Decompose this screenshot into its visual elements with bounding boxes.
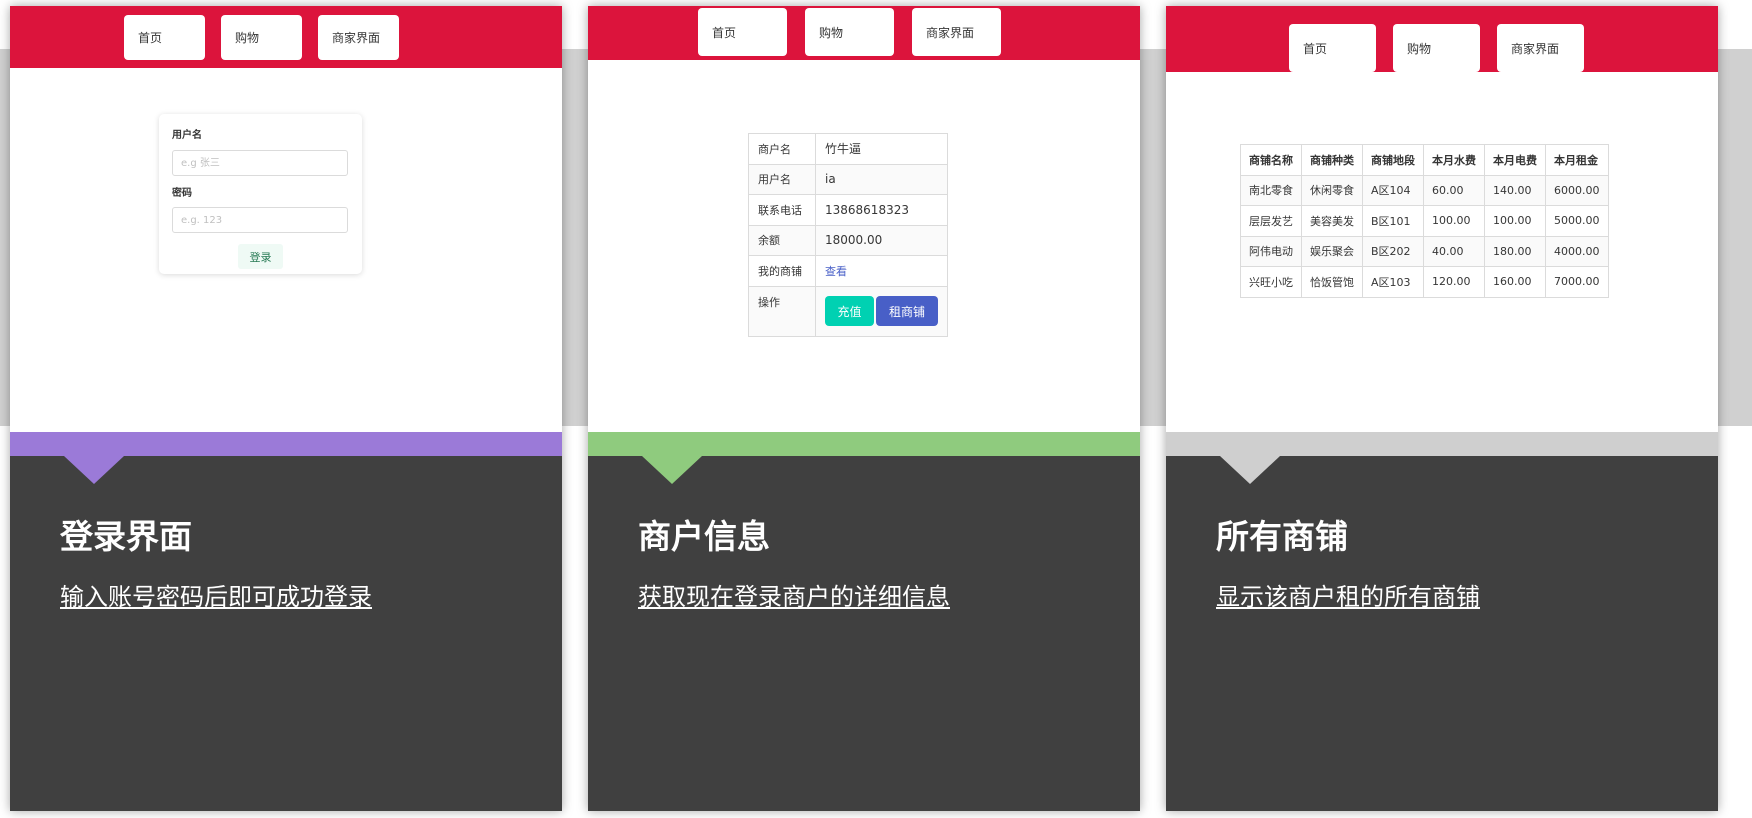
- username-value: ia: [815, 163, 948, 195]
- view-shops-link[interactable]: 查看: [825, 265, 847, 278]
- column-header: 商铺地段: [1362, 144, 1424, 176]
- card-pointer: [1220, 456, 1280, 484]
- table-cell: 南北零食: [1240, 174, 1302, 206]
- table-row: 南北零食 休闲零食 A区104 60.00 140.00 6000.00: [1240, 174, 1609, 206]
- card-description-link[interactable]: 显示该商户租的所有商铺: [1216, 577, 1480, 612]
- phone-value: 13868618323: [815, 194, 948, 226]
- card-title: 商户信息: [638, 517, 770, 556]
- navbar: 首页 购物 商家界面: [10, 6, 562, 68]
- nav-merchant-button[interactable]: 商家界面: [1497, 24, 1584, 72]
- column-header: 商铺种类: [1301, 144, 1363, 176]
- table-cell: 40.00: [1423, 235, 1485, 267]
- nav-home-button[interactable]: 首页: [1289, 24, 1376, 72]
- card-all-shops: 首页 购物 商家界面 商铺名称 商铺种类 商铺地段 本月水费 本月电费 本月租金…: [1166, 6, 1718, 811]
- card-title: 所有商铺: [1216, 517, 1348, 556]
- nav-shop-button[interactable]: 购物: [221, 15, 302, 60]
- shops-table: 商铺名称 商铺种类 商铺地段 本月水费 本月电费 本月租金 南北零食 休闲零食 …: [1240, 144, 1609, 298]
- username-label: 用户名: [172, 130, 202, 141]
- nav-shop-button[interactable]: 购物: [1393, 24, 1480, 72]
- view-shops-cell: 查看: [815, 255, 948, 287]
- table-cell: A区103: [1362, 266, 1424, 298]
- card-description-link[interactable]: 获取现在登录商户的详细信息: [638, 577, 950, 612]
- table-cell: B区101: [1362, 205, 1424, 237]
- table-cell: 娱乐聚会: [1301, 235, 1363, 267]
- nav-shop-button[interactable]: 购物: [805, 8, 894, 56]
- table-cell: 140.00: [1484, 174, 1546, 206]
- balance-key: 余额: [748, 224, 816, 256]
- table-row: 兴旺小吃 恰饭管饱 A区103 120.00 160.00 7000.00: [1240, 266, 1609, 298]
- table-cell: 160.00: [1484, 266, 1546, 298]
- operations-cell: 充值 租商铺: [815, 285, 948, 337]
- table-cell: 7000.00: [1545, 266, 1609, 298]
- rent-shop-button[interactable]: 租商铺: [876, 296, 938, 326]
- merchant-name-value: 竹牛逼: [815, 133, 948, 165]
- phone-key: 联系电话: [748, 194, 816, 226]
- nav-home-button[interactable]: 首页: [124, 15, 205, 60]
- table-cell: 兴旺小吃: [1240, 266, 1302, 298]
- table-row: 商户名 竹牛逼: [748, 133, 948, 165]
- table-cell: 5000.00: [1545, 205, 1609, 237]
- card-pointer: [642, 456, 702, 484]
- merchant-name-key: 商户名: [748, 133, 816, 165]
- password-label: 密码: [172, 188, 192, 199]
- login-form: 用户名 密码 登录: [159, 114, 362, 274]
- table-cell: 6000.00: [1545, 174, 1609, 206]
- login-button[interactable]: 登录: [238, 244, 283, 269]
- card-merchant-info: 首页 购物 商家界面 商户名 竹牛逼 用户名 ia 联系电话 138686183…: [588, 6, 1140, 811]
- table-cell: 层层发艺: [1240, 205, 1302, 237]
- operations-key: 操作: [748, 285, 816, 337]
- column-header: 本月水费: [1423, 144, 1485, 176]
- navbar: 首页 购物 商家界面: [588, 6, 1140, 60]
- shops-screenshot: 首页 购物 商家界面 商铺名称 商铺种类 商铺地段 本月水费 本月电费 本月租金…: [1166, 6, 1718, 432]
- table-row: 阿伟电动 娱乐聚会 B区202 40.00 180.00 4000.00: [1240, 235, 1609, 267]
- table-cell: 美容美发: [1301, 205, 1363, 237]
- my-shops-key: 我的商铺: [748, 255, 816, 287]
- table-row: 层层发艺 美容美发 B区101 100.00 100.00 5000.00: [1240, 205, 1609, 237]
- nav-home-button[interactable]: 首页: [698, 8, 787, 56]
- merchant-info-table: 商户名 竹牛逼 用户名 ia 联系电话 13868618323 余额 18000…: [748, 133, 948, 337]
- column-header: 本月租金: [1545, 144, 1609, 176]
- table-cell: 休闲零食: [1301, 174, 1363, 206]
- balance-value: 18000.00: [815, 224, 948, 256]
- nav-merchant-button[interactable]: 商家界面: [318, 15, 399, 60]
- card-accent-bar: [10, 432, 562, 456]
- table-row: 操作 充值 租商铺: [748, 285, 948, 337]
- table-row: 余额 18000.00: [748, 224, 948, 256]
- table-cell: 180.00: [1484, 235, 1546, 267]
- table-cell: 120.00: [1423, 266, 1485, 298]
- recharge-button[interactable]: 充值: [825, 296, 874, 326]
- navbar: 首页 购物 商家界面: [1166, 6, 1718, 72]
- column-header: 商铺名称: [1240, 144, 1302, 176]
- table-cell: 100.00: [1484, 205, 1546, 237]
- card-description-link[interactable]: 输入账号密码后即可成功登录: [60, 577, 372, 612]
- table-cell: 4000.00: [1545, 235, 1609, 267]
- password-input[interactable]: [172, 207, 348, 233]
- login-screenshot: 首页 购物 商家界面 用户名 密码 登录: [10, 6, 562, 432]
- table-row: 用户名 ia: [748, 163, 948, 195]
- username-key: 用户名: [748, 163, 816, 195]
- table-cell: A区104: [1362, 174, 1424, 206]
- card-accent-bar: [1166, 432, 1718, 456]
- card-accent-bar: [588, 432, 1140, 456]
- table-cell: 60.00: [1423, 174, 1485, 206]
- info-screenshot: 首页 购物 商家界面 商户名 竹牛逼 用户名 ia 联系电话 138686183…: [588, 6, 1140, 432]
- column-header: 本月电费: [1484, 144, 1546, 176]
- card-login: 首页 购物 商家界面 用户名 密码 登录 登录界面 输入账号密码后即可成功登录: [10, 6, 562, 811]
- username-input[interactable]: [172, 150, 348, 176]
- table-header-row: 商铺名称 商铺种类 商铺地段 本月水费 本月电费 本月租金: [1240, 144, 1609, 176]
- nav-merchant-button[interactable]: 商家界面: [912, 8, 1001, 56]
- table-cell: B区202: [1362, 235, 1424, 267]
- table-cell: 恰饭管饱: [1301, 266, 1363, 298]
- table-row: 我的商铺 查看: [748, 255, 948, 287]
- table-cell: 阿伟电动: [1240, 235, 1302, 267]
- table-row: 联系电话 13868618323: [748, 194, 948, 226]
- table-cell: 100.00: [1423, 205, 1485, 237]
- card-pointer: [64, 456, 124, 484]
- card-title: 登录界面: [60, 517, 192, 556]
